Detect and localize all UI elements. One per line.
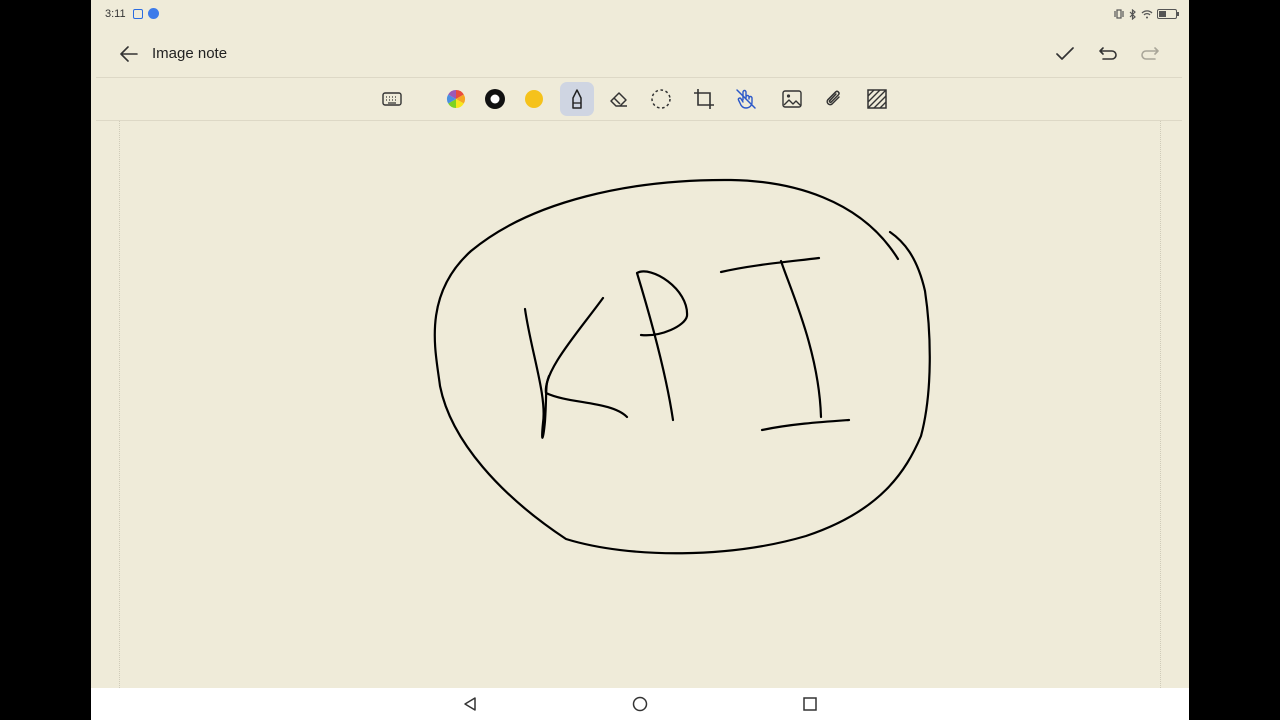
drawing-toolbar (91, 78, 1189, 120)
stroke-size-button[interactable] (478, 82, 512, 116)
crop-icon (694, 89, 714, 109)
color-picker-button[interactable] (439, 82, 473, 116)
ink-stroke-k-arms (544, 296, 629, 419)
nav-back-button[interactable] (461, 695, 479, 713)
ink-stroke-i-top (719, 256, 821, 274)
square-recents-icon (803, 697, 817, 711)
pen-tool-button[interactable] (560, 82, 594, 116)
system-navigation-bar (91, 688, 1189, 720)
lasso-button[interactable] (644, 82, 678, 116)
ink-stroke-p (635, 270, 689, 422)
finger-draw-button[interactable] (729, 82, 763, 116)
keyboard-button[interactable] (375, 82, 409, 116)
lasso-select-icon (651, 89, 671, 109)
image-icon (782, 90, 802, 108)
notification-app-icon (133, 9, 143, 19)
redo-button[interactable] (1136, 40, 1164, 68)
triangle-back-icon (464, 697, 476, 711)
finger-draw-icon (736, 89, 756, 109)
ink-stroke-k-stem (523, 307, 551, 439)
save-button[interactable] (1051, 40, 1079, 68)
arrow-left-icon (120, 46, 138, 62)
redo-icon (1141, 47, 1159, 60)
insert-image-button[interactable] (775, 82, 809, 116)
status-bar: 3:11 (91, 0, 1189, 28)
tablet-screen: 3:11 Image note (91, 0, 1189, 720)
yellow-swatch-icon (525, 90, 543, 108)
background-pattern-button[interactable] (860, 82, 894, 116)
hatch-pattern-icon (867, 89, 887, 109)
check-icon (1056, 47, 1074, 60)
ink-stroke-circle (433, 178, 931, 555)
wifi-icon (1141, 10, 1153, 19)
page-title: Image note (152, 45, 228, 62)
pen-icon (572, 89, 582, 109)
color-swatch-yellow[interactable] (517, 82, 551, 116)
nav-recents-button[interactable] (801, 695, 819, 713)
app-header: Image note (91, 28, 1189, 78)
eraser-button[interactable] (602, 82, 636, 116)
eraser-icon (610, 92, 627, 107)
notification-app-icon-2 (148, 8, 159, 19)
nav-home-button[interactable] (631, 695, 649, 713)
vibrate-icon (1114, 9, 1124, 19)
paperclip-icon (826, 90, 840, 106)
drawing-canvas[interactable] (91, 121, 1189, 688)
status-indicators (1113, 6, 1179, 22)
color-wheel-icon (446, 90, 466, 108)
back-button[interactable] (115, 41, 143, 67)
attachment-button[interactable] (817, 82, 851, 116)
ink-stroke-i-stem (779, 259, 823, 419)
undo-icon (1099, 47, 1117, 60)
circle-home-icon (632, 696, 648, 712)
undo-button[interactable] (1094, 40, 1122, 68)
status-time: 3:11 (105, 8, 126, 20)
stroke-size-icon (485, 89, 505, 109)
ink-stroke-i-base (760, 418, 851, 432)
keyboard-icon (382, 92, 402, 106)
bluetooth-icon (1129, 8, 1136, 20)
battery-icon (1157, 9, 1179, 19)
crop-button[interactable] (687, 82, 721, 116)
